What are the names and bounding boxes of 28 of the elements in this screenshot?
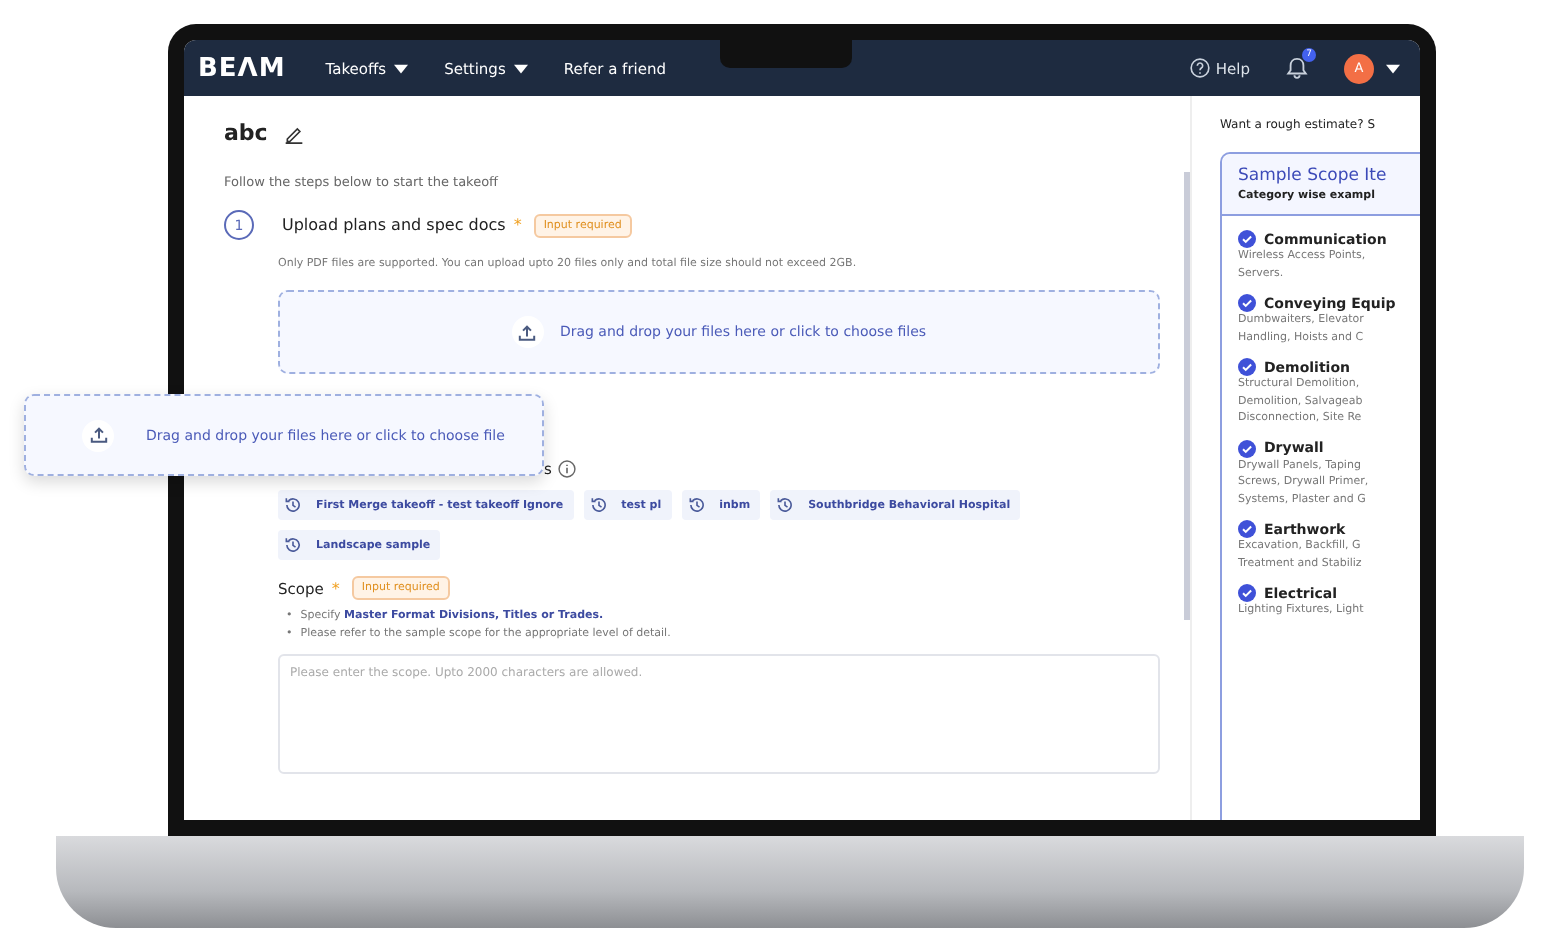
check-badge-icon — [1238, 439, 1256, 458]
upload-icon — [89, 426, 107, 444]
caret-icon[interactable] — [1386, 63, 1400, 73]
upload-icon — [518, 323, 537, 341]
help-icon — [1189, 58, 1210, 78]
info-icon[interactable] — [557, 460, 576, 478]
history-icon — [776, 496, 795, 514]
history-icon — [687, 496, 706, 514]
caret-icon — [513, 63, 528, 73]
card-title: Sample Scope Ite — [1238, 166, 1389, 186]
step-title: Upload plans and spec docs — [282, 216, 506, 234]
history-icon — [589, 496, 608, 514]
scrollbar[interactable] — [1184, 172, 1190, 620]
required-mark: * — [331, 579, 340, 597]
check-badge-icon — [1238, 358, 1256, 377]
bell-icon[interactable] — [1286, 56, 1308, 80]
check-badge-icon — [1238, 520, 1256, 539]
takeoff-title: abc — [224, 120, 268, 146]
pencil-icon[interactable] — [283, 123, 304, 143]
check-badge-icon — [1238, 230, 1256, 248]
camera-notch — [720, 40, 852, 68]
check-badge-icon — [1238, 584, 1256, 603]
caret-icon — [394, 63, 409, 73]
history-icon — [284, 496, 302, 514]
history-icon — [284, 536, 302, 554]
logo[interactable]: BEΛM — [198, 53, 286, 83]
required-mark: * — [513, 216, 522, 234]
check-badge-icon — [1238, 294, 1256, 313]
